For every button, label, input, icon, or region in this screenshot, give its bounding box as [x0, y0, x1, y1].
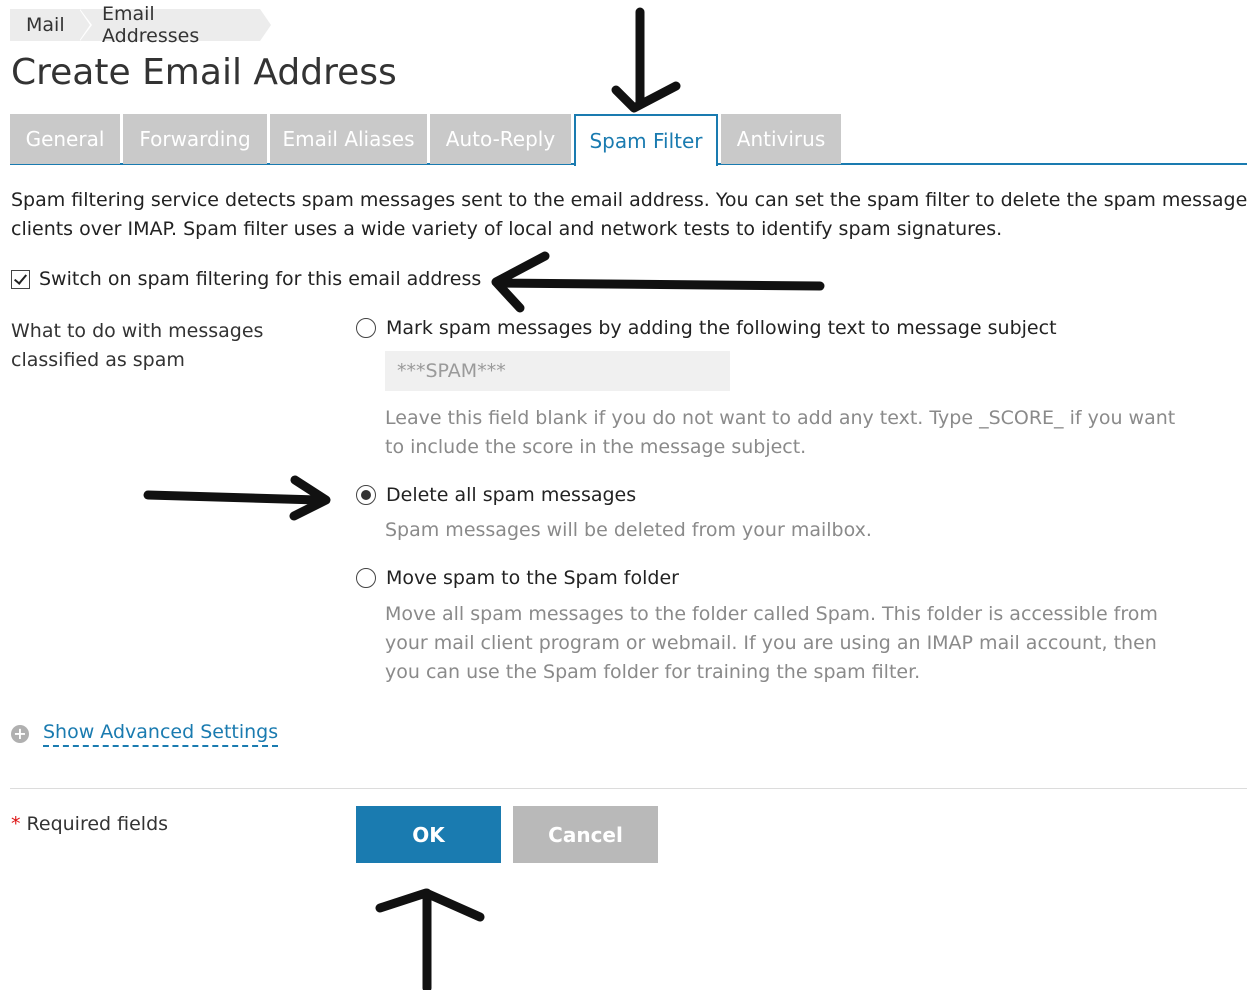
- spam-action-label: What to do with messages classified as s…: [11, 320, 264, 371]
- tab-email-aliases[interactable]: Email Aliases: [270, 114, 427, 164]
- required-fields-note: * Required fields: [11, 813, 168, 835]
- arrow-left-to-checkbox: [491, 251, 825, 313]
- tab-spam-filter[interactable]: Spam Filter: [574, 114, 718, 166]
- breadcrumb-email-addresses[interactable]: Email Addresses: [80, 3, 260, 47]
- show-advanced-settings-link[interactable]: Show Advanced Settings: [43, 721, 279, 747]
- option-delete-spam-hint: Spam messages will be deleted from your …: [385, 519, 872, 541]
- description-line-2: clients over IMAP. Spam filter uses a wi…: [11, 218, 1003, 240]
- radio-delete-spam[interactable]: [356, 485, 376, 505]
- option-mark-subject-label: Mark spam messages by adding the followi…: [386, 317, 1057, 339]
- breadcrumb-separator-fill: [79, 9, 90, 41]
- show-advanced-settings[interactable]: + Show Advanced Settings: [11, 721, 279, 747]
- ok-button[interactable]: OK: [356, 806, 501, 863]
- option-move-to-spam-folder[interactable]: Move spam to the Spam folder: [356, 567, 679, 589]
- spam-filter-switch[interactable]: Switch on spam filtering for this email …: [11, 268, 481, 290]
- option-mark-subject[interactable]: Mark spam messages by adding the followi…: [356, 317, 1057, 339]
- tab-antivirus-label: Antivirus: [736, 127, 826, 151]
- tab-general[interactable]: General: [10, 114, 120, 164]
- option-move-to-spam-folder-hint: Move all spam messages to the folder cal…: [385, 603, 1158, 683]
- tab-email-aliases-label: Email Aliases: [282, 127, 415, 151]
- tab-general-label: General: [25, 127, 105, 151]
- spam-filter-description: Spam filtering service detects spam mess…: [11, 186, 1247, 244]
- required-star: *: [11, 813, 21, 835]
- tab-forwarding-label: Forwarding: [139, 127, 251, 151]
- radio-move-to-spam-folder[interactable]: [356, 568, 376, 588]
- cancel-button[interactable]: Cancel: [513, 806, 658, 863]
- radio-mark-subject[interactable]: [356, 318, 376, 338]
- breadcrumb-mail[interactable]: Mail: [10, 9, 80, 41]
- tab-antivirus[interactable]: Antivirus: [721, 114, 841, 164]
- option-move-to-spam-folder-label: Move spam to the Spam folder: [386, 567, 679, 589]
- tab-auto-reply-label: Auto-Reply: [445, 127, 556, 151]
- tab-forwarding[interactable]: Forwarding: [123, 114, 267, 164]
- breadcrumb-email-addresses-label: Email Addresses: [102, 3, 200, 47]
- tab-spam-filter-label: Spam Filter: [589, 129, 703, 153]
- breadcrumb-end-arrow: [260, 9, 271, 41]
- option-delete-spam-label: Delete all spam messages: [386, 484, 637, 506]
- description-line-1: Spam filtering service detects spam mess…: [11, 189, 1247, 211]
- spam-filter-switch-label: Switch on spam filtering for this email …: [39, 268, 482, 290]
- spam-filter-checkbox[interactable]: [11, 269, 30, 289]
- tab-auto-reply[interactable]: Auto-Reply: [430, 114, 571, 164]
- spam-subject-input[interactable]: [385, 351, 730, 391]
- option-delete-spam[interactable]: Delete all spam messages: [356, 484, 636, 506]
- page-title: Create Email Address: [11, 52, 397, 93]
- plus-icon: +: [11, 725, 29, 743]
- option-mark-subject-hint: Leave this field blank if you do not wan…: [385, 407, 1176, 458]
- required-fields-text: Required fields: [20, 813, 169, 835]
- arrow-right-to-delete-option: [143, 475, 331, 521]
- form-divider: [10, 788, 1247, 789]
- arrow-down-to-spam-tab: [611, 7, 681, 113]
- breadcrumb-mail-label: Mail: [26, 14, 65, 36]
- arrow-up-to-ok-button: [375, 888, 485, 990]
